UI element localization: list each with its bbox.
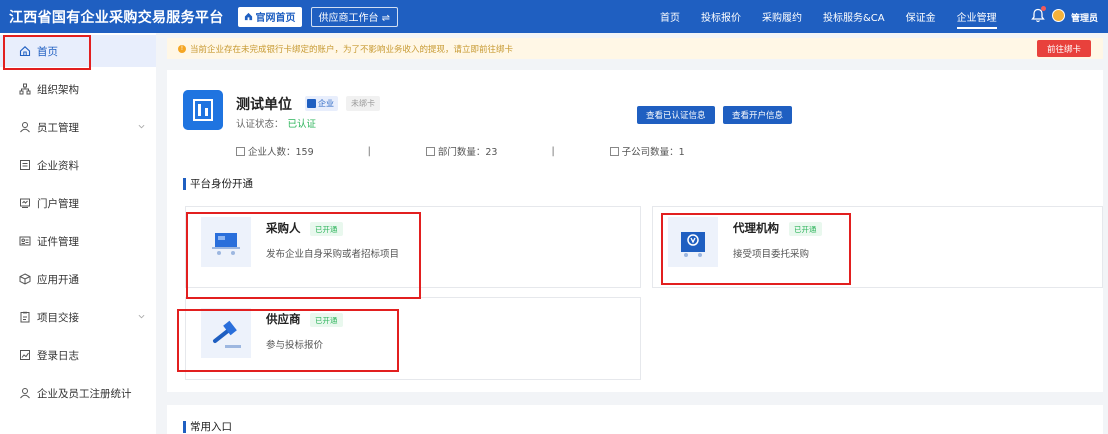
section-marker (183, 420, 186, 433)
sidebar-item-certificates[interactable]: 证件管理 (0, 225, 156, 257)
nav-bid-service[interactable]: 投标服务&CA (823, 0, 885, 33)
sidebar-item-portal[interactable]: 门户管理 (0, 187, 156, 219)
notice-text: 当前企业存在未完成银行卡绑定的账户，为了不影响业务收入的提现，请立即前往绑卡 (190, 44, 514, 55)
supplier-workspace-label: 供应商工作台 ⇌ (318, 13, 391, 24)
sidebar-item-label: 企业资料 (37, 159, 79, 172)
role-name: 代理机构 (733, 221, 779, 235)
sidebar: 首页 组织架构 员工管理 企业资料 门户管理 证件管理 应用开通 项目交接 登录… (0, 33, 156, 434)
nav-bid-quote[interactable]: 投标报价 (701, 0, 741, 33)
id-card-icon (19, 236, 31, 246)
warning-icon: ! (178, 44, 186, 53)
home-icon (244, 12, 252, 21)
agency-icon (668, 217, 718, 267)
official-home-label: 官网首页 (255, 13, 296, 24)
top-nav: 首页 投标报价 采购履约 投标服务&CA 保证金 企业管理 (660, 0, 1018, 33)
people-icon (236, 146, 245, 156)
role-card-supplier[interactable]: 供应商 已开通 参与投标报价 (185, 297, 641, 380)
enterprise-tag: 企业 (305, 96, 338, 111)
stat-people: 企业人数：159 (236, 144, 314, 158)
sidebar-item-label: 组织架构 (37, 83, 79, 96)
platform-identity-label: 平台身份开通 (190, 178, 253, 190)
stat-separator: | (551, 145, 555, 157)
enterprise-tag-label: 企业 (318, 99, 334, 108)
nav-deposit[interactable]: 保证金 (906, 0, 936, 33)
org-icon (19, 83, 31, 95)
org-name: 测试单位 (236, 97, 292, 113)
sidebar-item-registration-stats[interactable]: 企业及员工注册统计 (0, 377, 156, 409)
stat-people-text: 企业人数：159 (248, 147, 314, 158)
gavel-icon (201, 308, 251, 358)
sidebar-item-label: 企业及员工注册统计 (37, 387, 132, 400)
building-icon (183, 90, 223, 130)
document-icon (20, 160, 30, 170)
stat-departments: 部门数量：23 (425, 144, 498, 158)
role-card-purchaser[interactable]: 采购人 已开通 发布企业自身采购或者招标项目 (185, 206, 641, 288)
official-home-button[interactable]: 官网首页 (237, 6, 302, 27)
view-account-info-button[interactable]: 查看开户信息 (723, 106, 793, 124)
cert-label: 认证状态： (236, 119, 284, 130)
go-bind-card-button[interactable]: 前往绑卡 (1037, 40, 1091, 57)
avatar[interactable] (1052, 9, 1065, 22)
sidebar-item-label: 首页 (37, 45, 58, 58)
enterprise-overview-card: 测试单位 企业 未绑卡 认证状态： 已认证 企业人数：159 | 部门数量：23 … (167, 70, 1103, 392)
bank-card-notice: ! 当前企业存在未完成银行卡绑定的账户，为了不影响业务收入的提现，请立即前往绑卡 (167, 38, 1103, 59)
sidebar-item-label: 登录日志 (37, 349, 79, 362)
platform-title: 江西省国有企业采购交易服务平台 (9, 9, 224, 26)
stat-separator: | (367, 145, 371, 157)
role-name: 供应商 (266, 312, 301, 326)
sidebar-item-profile[interactable]: 企业资料 (0, 149, 156, 181)
department-icon (425, 146, 435, 156)
role-description: 参与投标报价 (266, 340, 324, 351)
subsidiary-icon (609, 146, 619, 156)
nav-procurement[interactable]: 采购履约 (762, 0, 802, 33)
sidebar-item-apps[interactable]: 应用开通 (0, 263, 156, 295)
nav-home[interactable]: 首页 (660, 0, 680, 33)
common-entries-title: 常用入口 (183, 419, 232, 434)
home-icon (19, 46, 31, 57)
notification-dot (1041, 6, 1046, 11)
sidebar-item-handover[interactable]: 项目交接 (0, 301, 156, 333)
sidebar-item-label: 应用开通 (37, 273, 79, 286)
log-icon (20, 350, 30, 360)
user-icon (20, 122, 30, 133)
enterprise-icon (307, 99, 316, 108)
common-entries-label: 常用入口 (190, 421, 232, 433)
role-description: 接受项目委托采购 (733, 249, 810, 260)
unbound-card-tag: 未绑卡 (346, 96, 380, 111)
chevron-down-icon (138, 314, 145, 319)
stats-icon (20, 388, 30, 399)
stat-departments-text: 部门数量：23 (437, 147, 498, 158)
certification-status: 认证状态： 已认证 (236, 116, 316, 130)
sidebar-item-login-log[interactable]: 登录日志 (0, 339, 156, 371)
role-status-tag: 已开通 (310, 313, 343, 327)
supplier-workspace-button[interactable]: 供应商工作台 ⇌ (310, 6, 399, 27)
view-cert-info-button[interactable]: 查看已认证信息 (637, 106, 715, 124)
platform-identity-title: 平台身份开通 (183, 176, 253, 191)
chevron-down-icon (138, 124, 145, 129)
role-card-agency[interactable]: 代理机构 已开通 接受项目委托采购 (652, 206, 1103, 288)
sidebar-item-label: 项目交接 (37, 311, 79, 324)
cert-value: 已认证 (287, 119, 317, 130)
user-name[interactable]: 管理员 (1071, 11, 1098, 24)
common-entries-card: 常用入口 (167, 405, 1103, 434)
org-stats: 企业人数：159 | 部门数量：23 | 子公司数量：1 (236, 144, 685, 158)
role-description: 发布企业自身采购或者招标项目 (266, 249, 400, 260)
role-name: 采购人 (266, 221, 301, 235)
sidebar-item-home[interactable]: 首页 (0, 35, 156, 67)
cart-icon (201, 217, 251, 267)
portal-icon (20, 198, 30, 208)
role-status-tag: 已开通 (789, 222, 822, 236)
sidebar-item-label: 门户管理 (37, 197, 79, 210)
sidebar-item-label: 证件管理 (37, 235, 79, 248)
sidebar-item-org[interactable]: 组织架构 (0, 73, 156, 105)
app-icon (19, 273, 31, 285)
section-marker (183, 177, 186, 190)
sidebar-item-staff[interactable]: 员工管理 (0, 111, 156, 143)
stat-subsidiaries: 子公司数量：1 (609, 144, 685, 158)
stat-subsidiaries-text: 子公司数量：1 (621, 147, 685, 158)
nav-enterprise[interactable]: 企业管理 (956, 0, 997, 33)
role-status-tag: 已开通 (310, 222, 343, 236)
handover-icon (20, 311, 30, 323)
sidebar-item-label: 员工管理 (37, 121, 79, 134)
